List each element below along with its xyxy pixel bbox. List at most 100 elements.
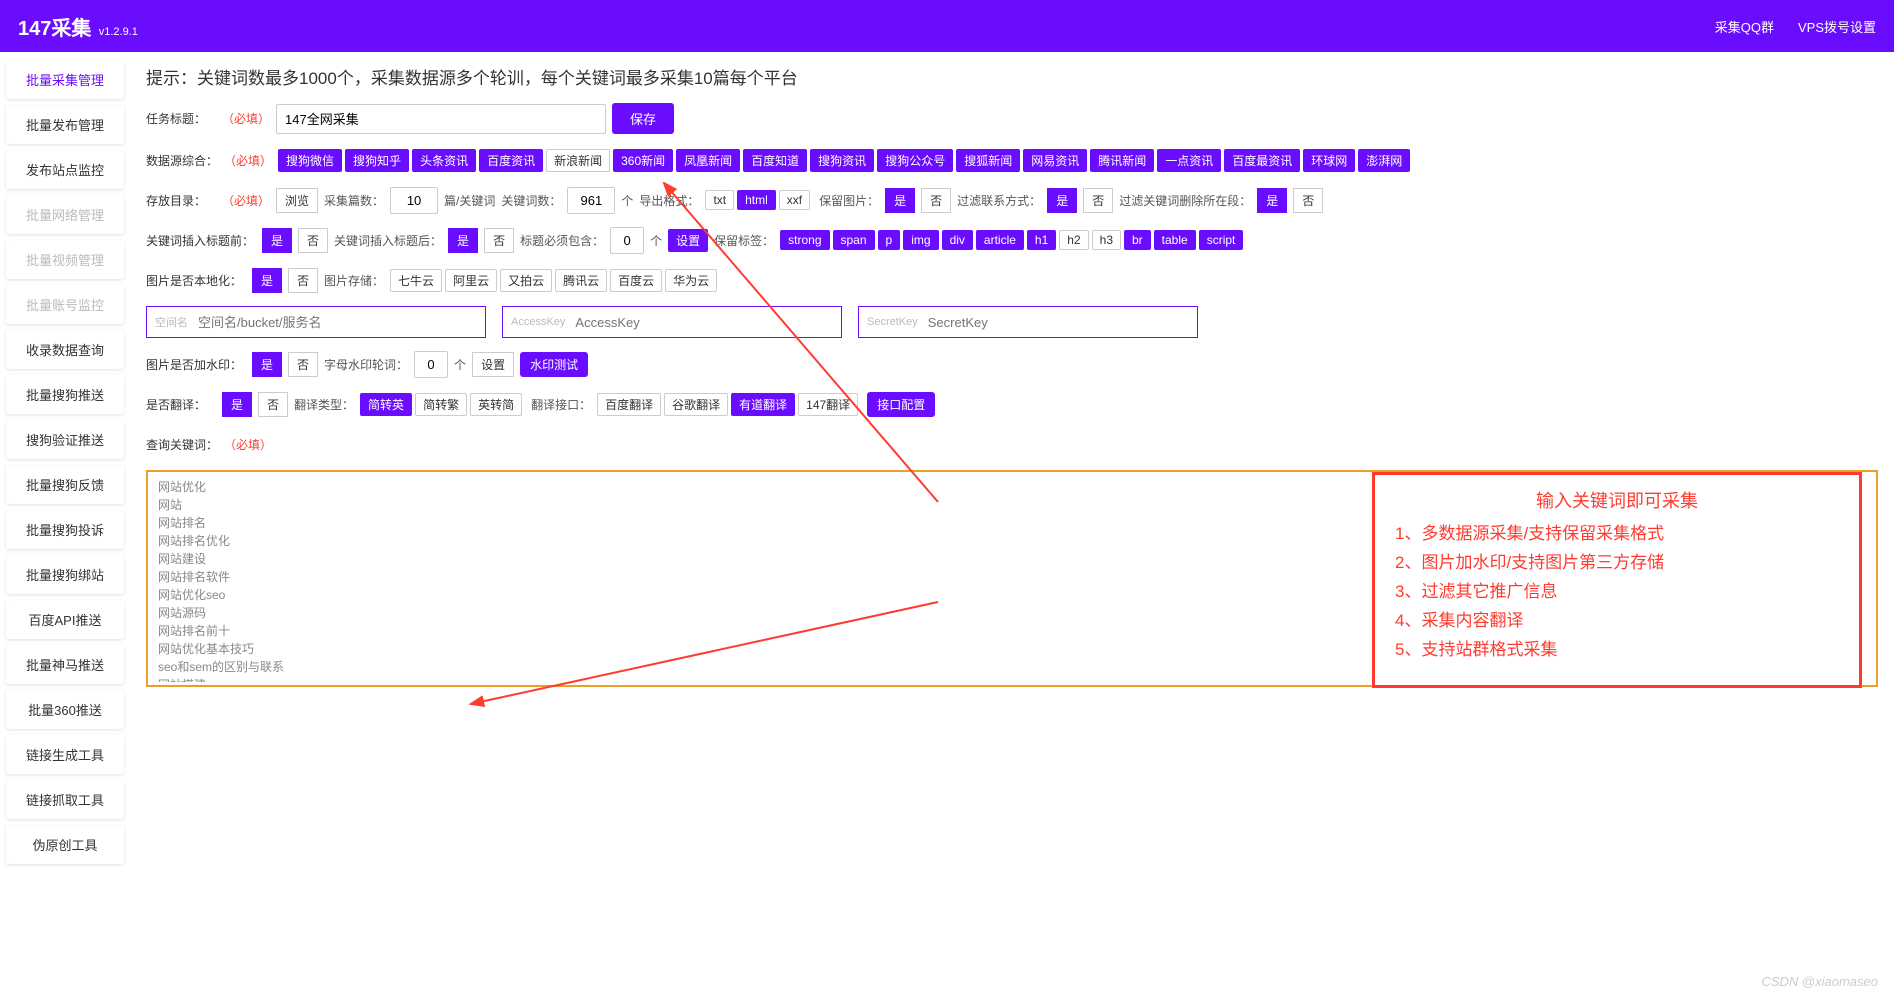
sidebar-item-4[interactable]: 批量视频管理: [6, 240, 124, 279]
source-tag-13[interactable]: 一点资讯: [1157, 149, 1221, 172]
keep-tag-table[interactable]: table: [1154, 230, 1196, 250]
storage-3[interactable]: 腾讯云: [555, 269, 607, 292]
source-tag-1[interactable]: 搜狗知乎: [345, 149, 409, 172]
source-tag-2[interactable]: 头条资讯: [412, 149, 476, 172]
filter-no[interactable]: 否: [1083, 188, 1113, 213]
kw-input[interactable]: [567, 187, 615, 214]
watermark-no[interactable]: 否: [288, 352, 318, 377]
sidebar-item-2[interactable]: 发布站点监控: [6, 150, 124, 189]
sidebar-item-3[interactable]: 批量网络管理: [6, 195, 124, 234]
localize-yes[interactable]: 是: [252, 268, 282, 293]
keepimg-yes[interactable]: 是: [885, 188, 915, 213]
insert-pre-no[interactable]: 否: [298, 228, 328, 253]
trans-api-label: 翻译接口：: [531, 396, 591, 413]
trans-types-1[interactable]: 简转繁: [415, 393, 467, 416]
browse-button[interactable]: 浏览: [276, 188, 318, 213]
sidebar-item-0[interactable]: 批量采集管理: [6, 60, 124, 99]
keep-tag-h3[interactable]: h3: [1092, 230, 1121, 250]
sidebar-item-6[interactable]: 收录数据查询: [6, 330, 124, 369]
keep-tag-span[interactable]: span: [833, 230, 875, 250]
keep-tag-h2[interactable]: h2: [1059, 230, 1088, 250]
keepimg-no[interactable]: 否: [921, 188, 951, 213]
filter2-yes[interactable]: 是: [1257, 188, 1287, 213]
watermark-test-button[interactable]: 水印测试: [520, 352, 588, 377]
trans-types-2[interactable]: 英转简: [470, 393, 522, 416]
source-tag-14[interactable]: 百度最资讯: [1224, 149, 1300, 172]
sidebar-item-5[interactable]: 批量账号监控: [6, 285, 124, 324]
source-tag-8[interactable]: 搜狗资讯: [810, 149, 874, 172]
fmt-tags-0[interactable]: txt: [705, 190, 734, 210]
sidebar-item-13[interactable]: 批量神马推送: [6, 645, 124, 684]
count-input[interactable]: [390, 187, 438, 214]
source-tag-0[interactable]: 搜狗微信: [278, 149, 342, 172]
source-tag-3[interactable]: 百度资讯: [479, 149, 543, 172]
watermark-yes[interactable]: 是: [252, 352, 282, 377]
source-tag-10[interactable]: 搜狐新闻: [956, 149, 1020, 172]
insert-pre-yes[interactable]: 是: [262, 228, 292, 253]
source-tag-4[interactable]: 新浪新闻: [546, 149, 610, 172]
link-qq-group[interactable]: 采集QQ群: [1715, 17, 1774, 36]
source-tag-6[interactable]: 凤凰新闻: [676, 149, 740, 172]
source-tag-5[interactable]: 360新闻: [613, 149, 673, 172]
sidebar-item-11[interactable]: 批量搜狗绑站: [6, 555, 124, 594]
keep-tag-script[interactable]: script: [1199, 230, 1244, 250]
sidebar-item-10[interactable]: 批量搜狗投诉: [6, 510, 124, 549]
must-input[interactable]: [610, 227, 644, 254]
ak-input[interactable]: [575, 315, 833, 330]
fmt-tags-2[interactable]: xxf: [779, 190, 810, 210]
storage-0[interactable]: 七牛云: [390, 269, 442, 292]
sidebar-item-15[interactable]: 链接生成工具: [6, 735, 124, 774]
save-button[interactable]: 保存: [612, 103, 674, 134]
sidebar-item-7[interactable]: 批量搜狗推送: [6, 375, 124, 414]
task-title-input[interactable]: [276, 104, 606, 134]
savedir-required: （必填）: [222, 192, 270, 209]
insert-post-no[interactable]: 否: [484, 228, 514, 253]
trans-apis-0[interactable]: 百度翻译: [597, 393, 661, 416]
storage-5[interactable]: 华为云: [665, 269, 717, 292]
keep-tag-p[interactable]: p: [878, 230, 901, 250]
keep-tag-h1[interactable]: h1: [1027, 230, 1056, 250]
trans-apis-1[interactable]: 谷歌翻译: [664, 393, 728, 416]
localize-no[interactable]: 否: [288, 268, 318, 293]
trans-types-0[interactable]: 简转英: [360, 393, 412, 416]
keep-tag-article[interactable]: article: [976, 230, 1024, 250]
translate-label: 是否翻译：: [146, 396, 216, 413]
sidebar-item-14[interactable]: 批量360推送: [6, 690, 124, 729]
source-tag-16[interactable]: 澎湃网: [1358, 149, 1410, 172]
keep-tag-div[interactable]: div: [942, 230, 973, 250]
annotation-line-3: 3、过滤其它推广信息: [1395, 577, 1839, 602]
filter2-no[interactable]: 否: [1293, 188, 1323, 213]
sidebar-item-9[interactable]: 批量搜狗反馈: [6, 465, 124, 504]
fmt-tags-1[interactable]: html: [737, 190, 776, 210]
savedir-label: 存放目录：: [146, 192, 216, 209]
keep-tag-strong[interactable]: strong: [780, 230, 829, 250]
must-set-button[interactable]: 设置: [668, 229, 708, 252]
link-vps-dial[interactable]: VPS拨号设置: [1798, 17, 1876, 36]
api-config-button[interactable]: 接口配置: [867, 392, 935, 417]
insert-post-yes[interactable]: 是: [448, 228, 478, 253]
rotate-input[interactable]: [414, 351, 448, 378]
filter-yes[interactable]: 是: [1047, 188, 1077, 213]
trans-apis-2[interactable]: 有道翻译: [731, 393, 795, 416]
trans-apis-3[interactable]: 147翻译: [798, 393, 858, 416]
translate-yes[interactable]: 是: [222, 392, 252, 417]
rotate-set-button[interactable]: 设置: [472, 352, 514, 377]
source-tag-12[interactable]: 腾讯新闻: [1090, 149, 1154, 172]
storage-4[interactable]: 百度云: [610, 269, 662, 292]
storage-2[interactable]: 又拍云: [500, 269, 552, 292]
source-tag-11[interactable]: 网易资讯: [1023, 149, 1087, 172]
keep-tag-br[interactable]: br: [1124, 230, 1151, 250]
sidebar-item-12[interactable]: 百度API推送: [6, 600, 124, 639]
sk-input[interactable]: [928, 315, 1189, 330]
sidebar-item-8[interactable]: 搜狗验证推送: [6, 420, 124, 459]
space-input[interactable]: [198, 315, 477, 330]
source-tag-15[interactable]: 环球网: [1303, 149, 1355, 172]
storage-1[interactable]: 阿里云: [445, 269, 497, 292]
keep-tag-img[interactable]: img: [903, 230, 938, 250]
sidebar-item-1[interactable]: 批量发布管理: [6, 105, 124, 144]
translate-no[interactable]: 否: [258, 392, 288, 417]
sidebar-item-17[interactable]: 伪原创工具: [6, 825, 124, 864]
source-tag-9[interactable]: 搜狗公众号: [877, 149, 953, 172]
source-tag-7[interactable]: 百度知道: [743, 149, 807, 172]
sidebar-item-16[interactable]: 链接抓取工具: [6, 780, 124, 819]
